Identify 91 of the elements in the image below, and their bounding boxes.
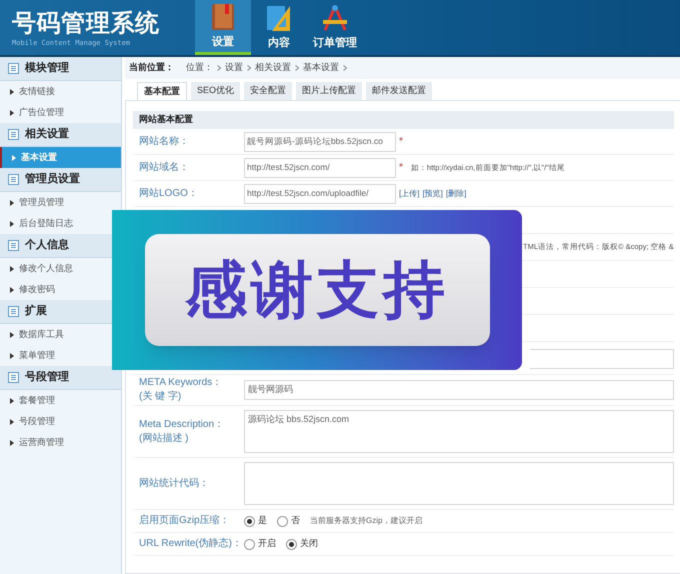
radio-label: 是	[258, 514, 267, 528]
bullet-icon	[12, 154, 16, 160]
section-title: 个人信息	[25, 238, 69, 254]
nav-tab[interactable]: 内容	[251, 0, 307, 55]
list-icon	[8, 306, 19, 317]
chevron-icon	[343, 65, 347, 71]
chevron-icon	[217, 65, 221, 71]
bullet-icon	[10, 88, 14, 94]
action-link[interactable]: [上传]	[399, 188, 420, 200]
field-label: Meta Description：	[139, 418, 226, 432]
bullet-icon	[10, 220, 14, 226]
radio-label: 关闭	[300, 537, 318, 550]
sidebar-item[interactable]: 数据库工具	[0, 324, 121, 345]
section-title: 管理员设置	[25, 172, 80, 188]
bullet-icon	[10, 286, 14, 292]
bullet-icon	[10, 418, 14, 424]
sidebar-item[interactable]: 运营商管理	[0, 432, 121, 453]
list-icon	[8, 240, 19, 251]
radio-label: 开启	[258, 537, 276, 550]
radio-button[interactable]	[244, 516, 255, 526]
sidebar-item[interactable]: 套餐管理	[0, 390, 121, 411]
settings-tab[interactable]: 基本配置	[137, 82, 187, 100]
radio-button[interactable]	[277, 516, 288, 526]
app-title: 号码管理系统	[12, 10, 161, 38]
sidebar-section[interactable]: 相关设置	[0, 123, 121, 147]
hint-text: 当前服务器支持Gzip，建议开启	[310, 515, 422, 527]
sidebar-item[interactable]: 管理员管理	[0, 192, 121, 213]
field-label: 网站LOGO：	[138, 186, 199, 201]
sidebar-item[interactable]: 广告位管理	[0, 102, 121, 123]
field-label: (关 键 字)	[139, 390, 182, 404]
field-label: 网站名称：	[138, 134, 190, 149]
field-label: 网站域名：	[138, 160, 190, 175]
radio-button[interactable]	[286, 538, 297, 550]
section-title: 扩展	[25, 304, 47, 320]
sidebar-section[interactable]: 模块管理	[0, 57, 121, 81]
sidebar-section[interactable]: 管理员设置	[0, 168, 121, 192]
bullet-icon	[10, 398, 14, 404]
settings-tab[interactable]: 邮件发送配置	[366, 82, 432, 100]
nav-tab[interactable]: 订单管理	[307, 0, 363, 55]
breadcrumb-item[interactable]: 基本设置	[303, 61, 339, 75]
settings-tab[interactable]: 图片上传配置	[296, 82, 362, 100]
sidebar-section[interactable]: 号段管理	[0, 366, 121, 390]
bullet-icon	[10, 266, 14, 272]
breadcrumb-item[interactable]: 设置	[225, 61, 243, 75]
section-title: 模块管理	[25, 60, 69, 76]
sidebar-item[interactable]: 后台登陆日志	[0, 213, 121, 234]
chevron-icon	[247, 65, 251, 71]
input-field[interactable]: http://test.52jscn.com/	[244, 158, 396, 178]
chevron-icon	[295, 65, 299, 71]
breadcrumb-label: 当前位置：	[129, 61, 174, 74]
settings-tab[interactable]: SEO优化	[191, 82, 240, 100]
radio-label: 否	[291, 514, 300, 528]
sidebar-item[interactable]: 号段管理	[0, 411, 121, 432]
field-label: URL Rewrite(伪静态)：	[139, 537, 243, 551]
banner-text: 感谢支持	[185, 254, 449, 326]
bullet-icon	[10, 200, 14, 206]
bullet-icon	[10, 332, 14, 338]
text-area[interactable]: 源码论坛 bbs.52jscn.com	[244, 410, 674, 453]
settings-tab[interactable]: 安全配置	[244, 82, 292, 100]
field-label: 网站统计代码：	[139, 476, 210, 490]
input-field[interactable]: 靓号网源码-源码论坛bbs.52jscn.co	[244, 132, 396, 152]
section-title: 相关设置	[25, 126, 69, 142]
field-label: (网站描述 )	[139, 432, 190, 446]
required-mark: *	[399, 161, 403, 175]
breadcrumb-item[interactable]: 相关设置	[255, 61, 291, 75]
list-icon	[8, 129, 19, 140]
input-field[interactable]	[530, 349, 674, 369]
bullet-icon	[10, 352, 14, 358]
input-field[interactable]: 靓号网源码	[244, 380, 674, 400]
text-area[interactable]	[244, 462, 674, 505]
list-icon	[8, 63, 19, 74]
bullet-icon	[10, 440, 14, 446]
sidebar-item[interactable]: 修改密码	[0, 279, 121, 300]
list-icon	[8, 174, 19, 185]
input-field[interactable]: http://test.52jscn.com/uploadfile/	[244, 184, 396, 204]
nav-tab[interactable]: 设置	[195, 0, 251, 55]
section-header: 网站基本配置	[133, 111, 674, 129]
required-mark: *	[399, 135, 403, 149]
section-title: 号段管理	[25, 370, 69, 386]
sidebar-item[interactable]: 友情链接	[0, 81, 121, 102]
action-link[interactable]: [删除]	[446, 188, 466, 200]
field-label: 启用页面Gzip压缩：	[139, 514, 231, 528]
list-icon	[8, 372, 19, 383]
radio-button[interactable]	[244, 538, 255, 550]
sidebar-item[interactable]: 菜单管理	[0, 345, 121, 366]
breadcrumb-item: 位置：	[186, 61, 213, 74]
compass-icon	[320, 3, 350, 34]
bullet-icon	[10, 110, 14, 116]
action-link[interactable]: [预览]	[422, 188, 443, 200]
field-label: META Keywords：	[139, 376, 224, 390]
sidebar-item[interactable]: 修改个人信息	[0, 258, 121, 279]
